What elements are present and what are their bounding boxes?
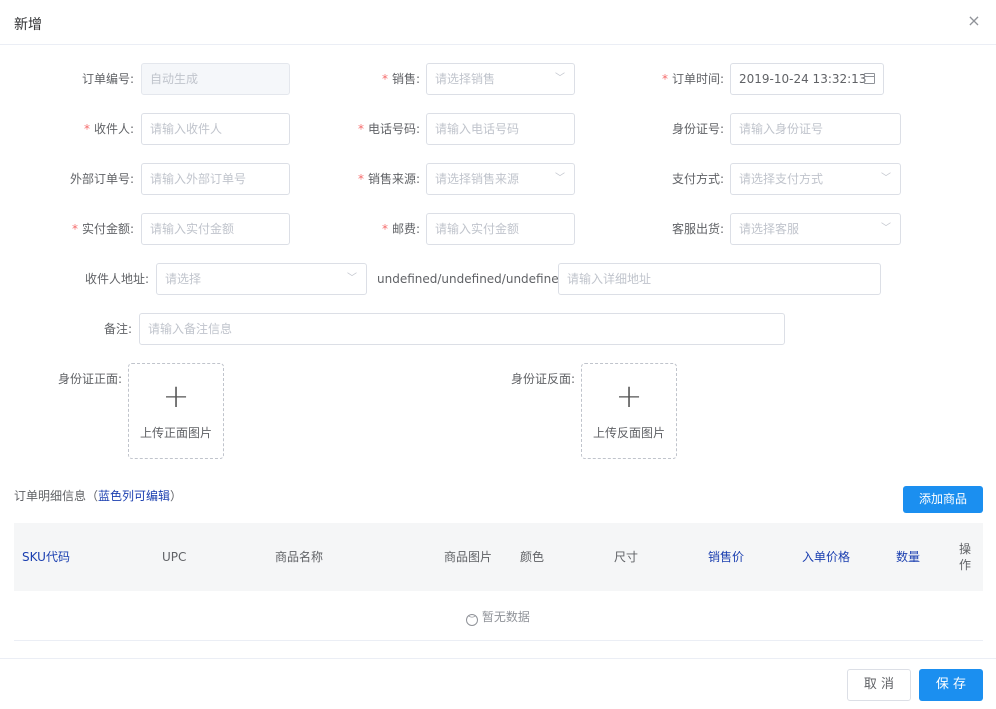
- receiver-label: * 收件人:: [40, 113, 134, 145]
- empty-text: 暂无数据: [481, 610, 530, 624]
- required-mark: *: [381, 222, 388, 236]
- id-front-upload-text: 上传正面图片: [139, 426, 212, 440]
- sales-select[interactable]: 请选择销售 ﹀: [426, 63, 575, 95]
- cs-ship-label: 客服出货:: [671, 222, 724, 236]
- order-time-label: * 订单时间:: [628, 63, 724, 95]
- col-sale-price: 销售价: [708, 550, 745, 564]
- plus-icon: +: [162, 377, 190, 415]
- address-detail-input[interactable]: 请输入详细地址: [558, 263, 881, 295]
- address-region-placeholder: 请选择: [165, 272, 202, 286]
- required-mark: *: [83, 122, 90, 136]
- remark-label: 备注:: [103, 322, 132, 336]
- sales-label-text: 销售:: [391, 72, 420, 86]
- col-size: 尺寸: [614, 550, 639, 564]
- col-color: 颜色: [520, 550, 545, 564]
- required-mark: *: [357, 172, 364, 186]
- dialog-title: 新增: [14, 17, 42, 33]
- address-region-select[interactable]: 请选择 ﹀: [156, 263, 367, 295]
- table-header: SKU代码 UPC 商品名称 商品图片 颜色 尺寸 销售价 入单价格 数量 操作: [14, 523, 983, 591]
- sales-source-select[interactable]: 请选择销售来源 ﹀: [426, 163, 575, 195]
- id-front-upload[interactable]: + 上传正面图片: [128, 363, 224, 459]
- order-no-input: 自动生成: [141, 63, 290, 95]
- calendar-icon: [864, 73, 875, 84]
- order-time-picker[interactable]: 2019-10-24 13:32:13: [730, 63, 884, 95]
- pay-method-label: 支付方式:: [671, 172, 724, 186]
- chevron-down-icon: ﹀: [881, 173, 891, 184]
- pay-method-select[interactable]: 请选择支付方式 ﹀: [730, 163, 901, 195]
- sales-source-label: * 销售来源:: [320, 163, 420, 195]
- col-quantity: 数量: [896, 550, 921, 564]
- details-title-end: ）: [170, 489, 183, 503]
- col-upc: UPC: [162, 550, 187, 564]
- phone-label: * 电话号码:: [320, 113, 420, 145]
- frown-icon: ︶: [466, 614, 478, 626]
- col-actions: 操作: [959, 542, 972, 572]
- col-sku: SKU代码: [22, 550, 70, 564]
- phone-input[interactable]: 请输入电话号码: [426, 113, 575, 145]
- add-product-button[interactable]: 添加商品: [903, 486, 983, 513]
- pay-method-placeholder: 请选择支付方式: [739, 172, 824, 186]
- footer-divider: [0, 658, 996, 659]
- chevron-down-icon: ﹀: [555, 173, 565, 184]
- id-back-upload[interactable]: + 上传反面图片: [581, 363, 677, 459]
- receiver-input[interactable]: 请输入收件人: [141, 113, 290, 145]
- receiver-label-text: 收件人:: [93, 122, 134, 136]
- order-time-label-text: 订单时间:: [671, 72, 724, 86]
- ext-order-no-input[interactable]: 请输入外部订单号: [141, 163, 290, 195]
- id-no-input[interactable]: 请输入身份证号: [730, 113, 901, 145]
- postage-label: * 邮费:: [320, 213, 420, 245]
- empty-state: ︶ 暂无数据: [466, 608, 530, 626]
- id-front-label: 身份证正面:: [57, 372, 122, 386]
- paid-amount-label-text: 实付金额:: [81, 222, 134, 236]
- table-bottom-divider: [14, 640, 983, 641]
- col-product-image: 商品图片: [444, 550, 493, 564]
- details-title-text: 订单明细信息（: [14, 489, 99, 503]
- postage-label-text: 邮费:: [391, 222, 420, 236]
- paid-amount-input[interactable]: 请输入实付金额: [141, 213, 290, 245]
- col-product-name: 商品名称: [275, 550, 324, 564]
- address-label: 收件人地址:: [84, 272, 149, 286]
- sales-source-label-text: 销售来源:: [367, 172, 420, 186]
- cs-ship-placeholder: 请选择客服: [739, 222, 800, 236]
- sales-source-placeholder: 请选择销售来源: [435, 172, 520, 186]
- order-time-value: 2019-10-24 13:32:13: [739, 72, 867, 86]
- id-no-label: 身份证号:: [671, 122, 724, 136]
- col-entry-price: 入单价格: [802, 550, 851, 564]
- chevron-down-icon: ﹀: [881, 223, 891, 234]
- chevron-down-icon: ﹀: [555, 73, 565, 84]
- cs-ship-select[interactable]: 请选择客服 ﹀: [730, 213, 901, 245]
- sales-label: * 销售:: [330, 63, 420, 95]
- chevron-down-icon: ﹀: [347, 273, 357, 284]
- id-back-upload-text: 上传反面图片: [592, 426, 665, 440]
- required-mark: *: [381, 72, 388, 86]
- ext-order-no-label: 外部订单号:: [69, 172, 134, 186]
- close-icon[interactable]: ×: [966, 12, 982, 30]
- address-region-text: undefined/undefined/undefined: [377, 272, 567, 286]
- details-title-hint: 蓝色列可编辑: [98, 489, 171, 503]
- required-mark: *: [661, 72, 668, 86]
- details-title: 订单明细信息（蓝色列可编辑）: [14, 487, 182, 504]
- required-mark: *: [357, 122, 364, 136]
- save-button[interactable]: 保 存: [919, 669, 983, 701]
- remark-input[interactable]: 请输入备注信息: [139, 313, 785, 345]
- postage-input[interactable]: 请输入实付金额: [426, 213, 575, 245]
- sales-placeholder: 请选择销售: [435, 72, 496, 86]
- add-order-dialog: 新增 × 订单编号: 自动生成 * 销售: 请选择销售 ﹀ * 订单时间: 2019-…: [0, 0, 996, 709]
- plus-icon: +: [615, 377, 643, 415]
- header-divider: [0, 44, 996, 45]
- phone-label-text: 电话号码:: [367, 122, 420, 136]
- required-mark: *: [71, 222, 78, 236]
- id-back-label: 身份证反面:: [510, 372, 575, 386]
- order-no-label: 订单编号:: [81, 72, 134, 86]
- cancel-button[interactable]: 取 消: [847, 669, 911, 701]
- paid-amount-label: * 实付金额:: [40, 213, 134, 245]
